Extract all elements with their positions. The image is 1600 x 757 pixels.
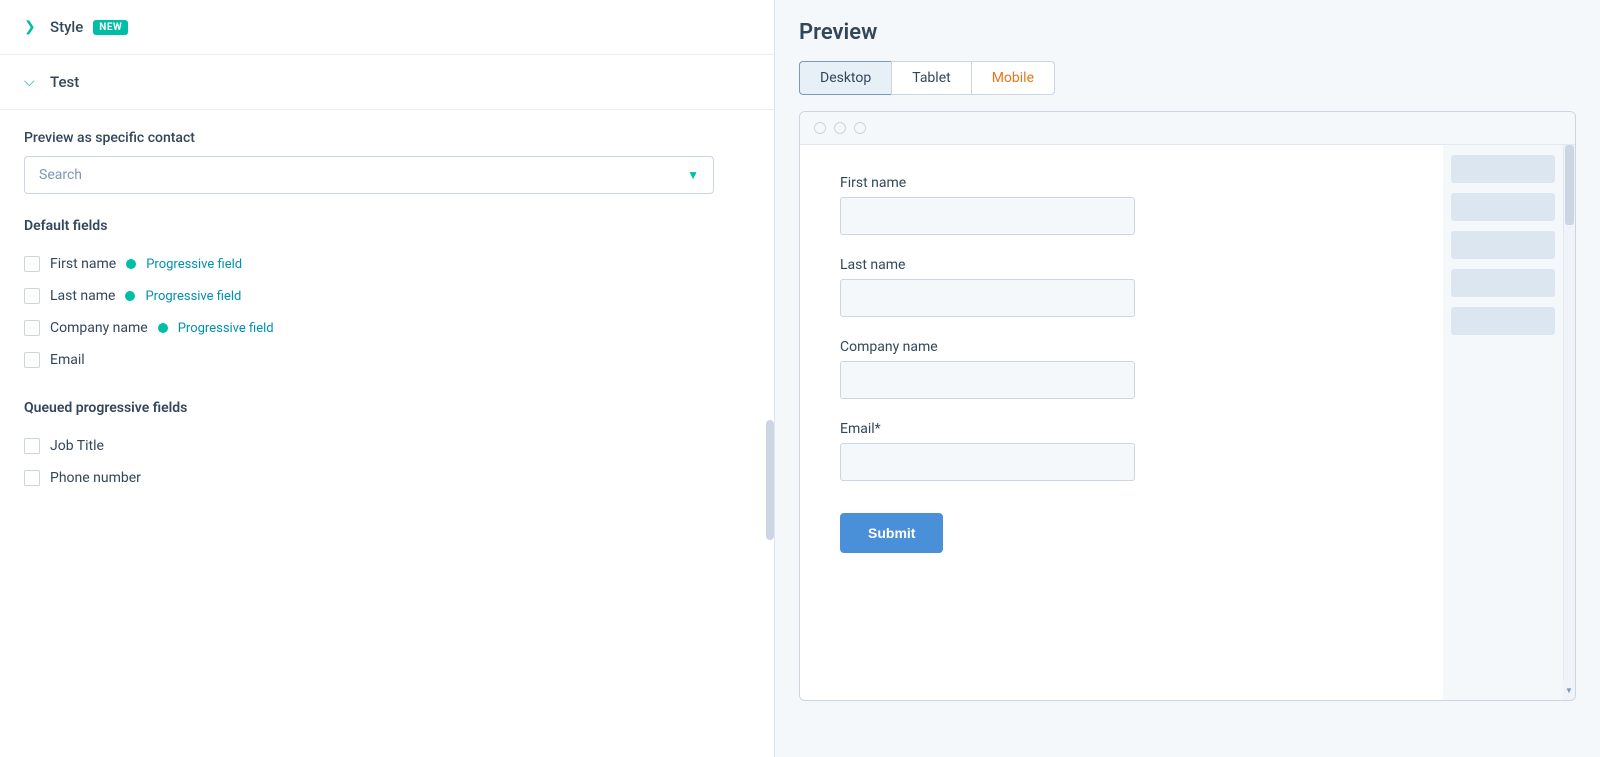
style-section-header[interactable]: ❯ Style NEW: [0, 0, 774, 55]
progressive-text-firstname: Progressive field: [146, 257, 242, 272]
sidebar-block-4: [1451, 269, 1555, 297]
left-panel: ❯ Style NEW ⌵ Test Preview as specific c…: [0, 0, 775, 757]
test-section-header[interactable]: ⌵ Test: [0, 55, 774, 110]
field-item-email: Email: [24, 344, 750, 376]
browser-dot-3: [854, 122, 866, 134]
field-checkbox-companyname[interactable]: [24, 320, 40, 336]
form-field-companyname: Company name: [840, 339, 1403, 399]
browser-bar: [800, 112, 1575, 145]
field-checkbox-jobtitle[interactable]: [24, 438, 40, 454]
field-label-companyname: Company name: [50, 320, 148, 336]
field-checkbox-firstname[interactable]: [24, 256, 40, 272]
progressive-dot-firstname: [126, 259, 136, 269]
default-fields-section: Default fields First name Progressive fi…: [24, 218, 750, 376]
test-chevron-icon: ⌵: [24, 74, 40, 90]
field-item-companyname: Company name Progressive field: [24, 312, 750, 344]
preview-tabs: Desktop Tablet Mobile: [799, 61, 1576, 95]
field-checkbox-email[interactable]: [24, 352, 40, 368]
browser-scrollbar-bottom-arrow[interactable]: ▼: [1563, 680, 1575, 700]
tab-tablet[interactable]: Tablet: [891, 61, 970, 95]
field-label-firstname: First name: [50, 256, 116, 272]
queued-fields-title: Queued progressive fields: [24, 400, 750, 416]
sidebar-block-3: [1451, 231, 1555, 259]
progressive-dot-companyname: [158, 323, 168, 333]
left-scrollbar[interactable]: [766, 420, 774, 540]
browser-content: First name Last name Company name Email*…: [800, 145, 1575, 700]
form-input-companyname[interactable]: [840, 361, 1135, 399]
form-field-lastname: Last name: [840, 257, 1403, 317]
new-badge: NEW: [93, 20, 128, 35]
style-section-label: Style: [50, 18, 83, 36]
field-label-phonenumber: Phone number: [50, 470, 141, 486]
field-label-lastname: Last name: [50, 288, 115, 304]
browser-frame: First name Last name Company name Email*…: [799, 111, 1576, 701]
test-section-label: Test: [50, 73, 79, 91]
tab-desktop[interactable]: Desktop: [799, 61, 891, 95]
field-item-firstname: First name Progressive field: [24, 248, 750, 280]
form-sidebar-blocks: [1443, 145, 1563, 700]
dropdown-arrow-icon: ▼: [687, 168, 699, 182]
progressive-dot-lastname: [125, 291, 135, 301]
preview-title: Preview: [799, 20, 1576, 45]
field-item-lastname: Last name Progressive field: [24, 280, 750, 312]
test-section-content: Preview as specific contact Search ▼ Def…: [0, 110, 774, 518]
browser-scrollbar-thumb: [1565, 145, 1574, 225]
form-label-lastname: Last name: [840, 257, 1403, 273]
field-item-phonenumber: Phone number: [24, 462, 750, 494]
submit-button[interactable]: Submit: [840, 513, 943, 553]
browser-scrollbar[interactable]: ▼: [1563, 145, 1575, 700]
form-input-lastname[interactable]: [840, 279, 1135, 317]
preview-contact-label: Preview as specific contact: [24, 130, 750, 146]
style-chevron-icon: ❯: [24, 19, 40, 35]
queued-fields-section: Queued progressive fields Job Title Phon…: [24, 400, 750, 494]
form-label-email: Email*: [840, 421, 1403, 437]
field-label-email: Email: [50, 352, 85, 368]
form-area: First name Last name Company name Email*…: [800, 145, 1443, 700]
form-field-email: Email*: [840, 421, 1403, 481]
form-input-firstname[interactable]: [840, 197, 1135, 235]
form-field-firstname: First name: [840, 175, 1403, 235]
form-label-firstname: First name: [840, 175, 1403, 191]
sidebar-block-1: [1451, 155, 1555, 183]
right-panel: Preview Desktop Tablet Mobile First name: [775, 0, 1600, 757]
progressive-text-companyname: Progressive field: [178, 321, 274, 336]
sidebar-block-5: [1451, 307, 1555, 335]
field-checkbox-phonenumber[interactable]: [24, 470, 40, 486]
default-fields-title: Default fields: [24, 218, 750, 234]
field-checkbox-lastname[interactable]: [24, 288, 40, 304]
tab-mobile[interactable]: Mobile: [971, 61, 1055, 95]
browser-dot-1: [814, 122, 826, 134]
form-label-companyname: Company name: [840, 339, 1403, 355]
progressive-text-lastname: Progressive field: [145, 289, 241, 304]
sidebar-block-2: [1451, 193, 1555, 221]
search-placeholder-text: Search: [39, 167, 82, 183]
browser-dot-2: [834, 122, 846, 134]
search-dropdown[interactable]: Search ▼: [24, 156, 714, 194]
field-item-jobtitle: Job Title: [24, 430, 750, 462]
field-label-jobtitle: Job Title: [50, 438, 104, 454]
form-input-email[interactable]: [840, 443, 1135, 481]
